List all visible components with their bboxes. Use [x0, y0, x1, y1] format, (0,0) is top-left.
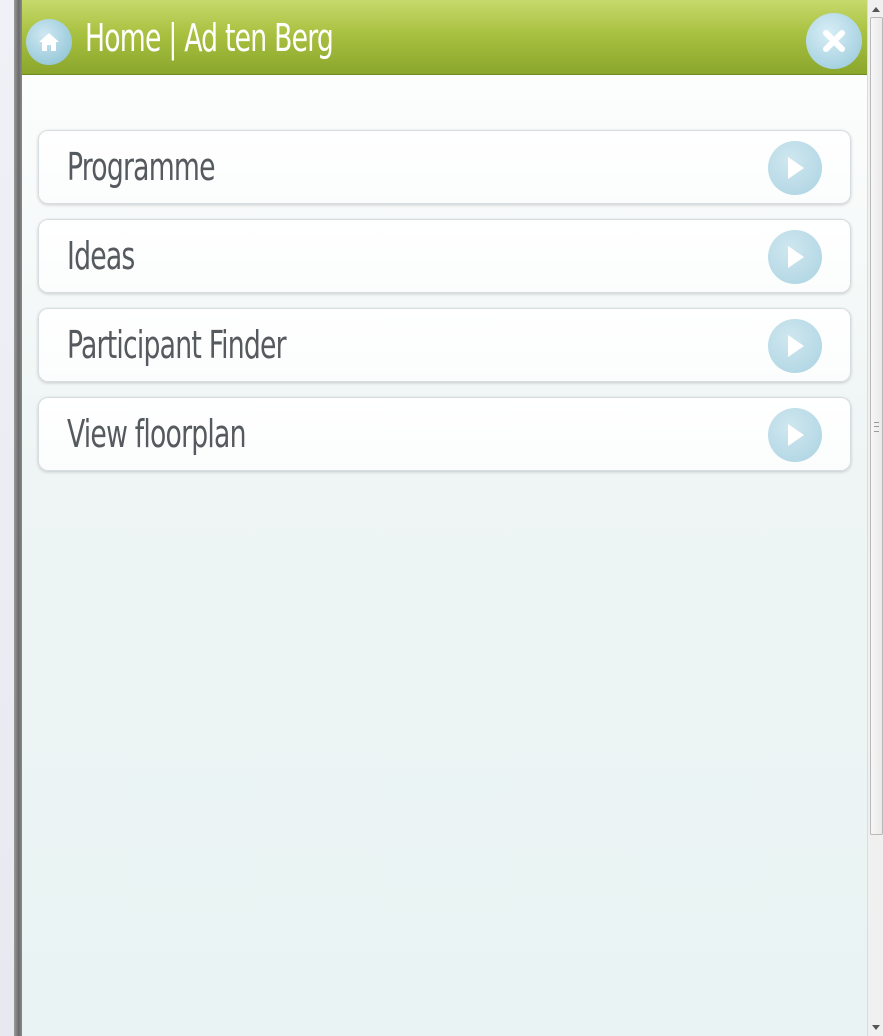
menu-item-label: Ideas	[67, 234, 135, 278]
app-window: Home | Ad ten Berg Programme Ideas Parti…	[22, 0, 867, 1036]
scroll-thumb-grip	[874, 422, 879, 432]
chevron-right-icon	[768, 408, 822, 462]
chevron-right-icon	[768, 319, 822, 373]
home-button[interactable]	[26, 19, 72, 65]
menu-item-ideas[interactable]: Ideas	[38, 219, 851, 293]
close-icon	[823, 30, 845, 52]
close-button[interactable]	[806, 13, 862, 69]
chevron-right-icon	[768, 230, 822, 284]
page-title: Home | Ad ten Berg	[85, 16, 334, 60]
scroll-down-arrow-icon	[872, 1024, 880, 1030]
scroll-up-button[interactable]	[868, 0, 883, 17]
scroll-down-button[interactable]	[868, 1019, 883, 1036]
menu-item-label: Programme	[67, 145, 216, 189]
scroll-thumb[interactable]	[870, 17, 883, 835]
menu-item-participant-finder[interactable]: Participant Finder	[38, 308, 851, 382]
vertical-scrollbar[interactable]	[867, 0, 883, 1036]
chevron-right-icon	[768, 141, 822, 195]
menu-item-programme[interactable]: Programme	[38, 130, 851, 204]
main-menu-list: Programme Ideas Participant Finder View …	[38, 130, 851, 486]
menu-item-label: Participant Finder	[67, 323, 287, 367]
header-bar: Home | Ad ten Berg	[22, 0, 867, 75]
menu-item-label: View floorplan	[67, 412, 246, 456]
menu-item-view-floorplan[interactable]: View floorplan	[38, 397, 851, 471]
home-icon	[39, 33, 59, 51]
window-left-border	[14, 0, 22, 1036]
scroll-up-arrow-icon	[872, 6, 880, 12]
